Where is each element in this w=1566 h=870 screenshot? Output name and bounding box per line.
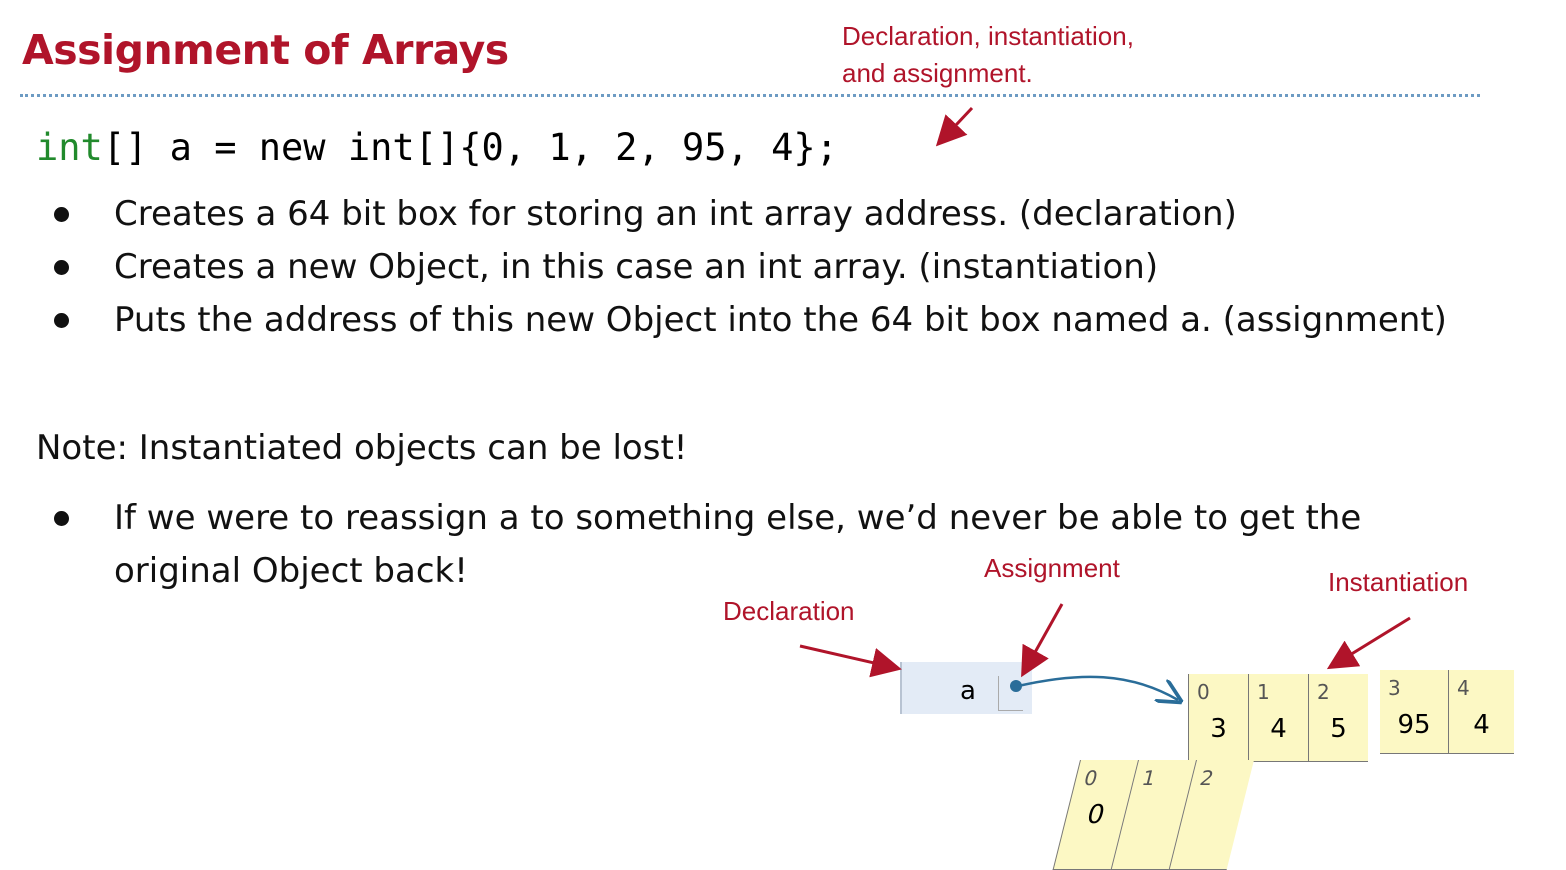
annotation-arrow-icon [935,106,974,147]
arrows-overlay [799,106,1411,828]
instantiation-arrow-icon [1326,616,1411,670]
assignment-arrow-icon [1021,603,1064,678]
pointer-arrow-icon [1017,675,1178,700]
declaration-arrow-icon [799,644,902,678]
